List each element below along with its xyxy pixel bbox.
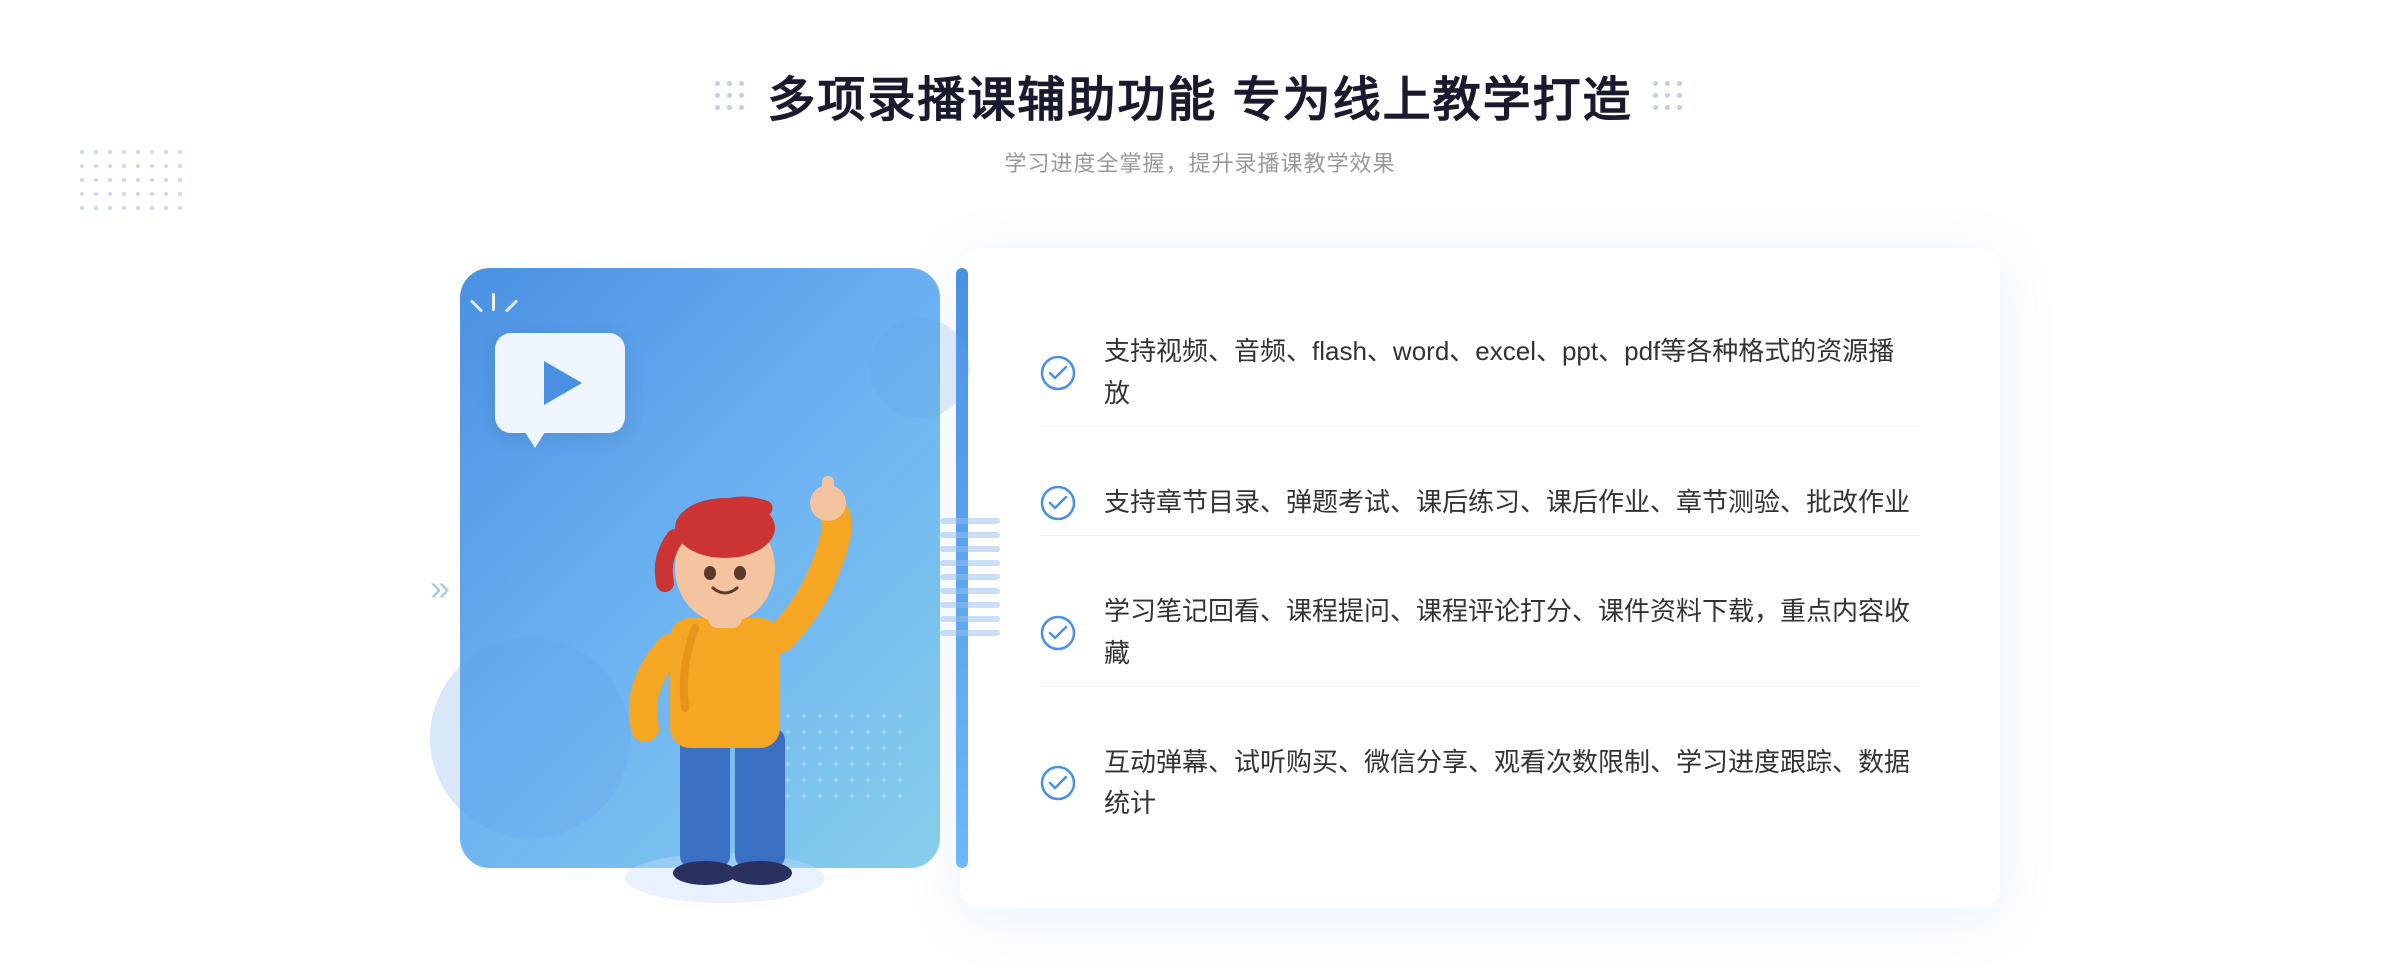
check-icon-2 [1040,485,1076,521]
deco-circle-small [870,318,970,418]
striped-decoration [940,518,1000,638]
check-icon-1 [1040,355,1076,391]
feature-text-3: 学习笔记回看、课程提问、课程评论打分、课件资料下载，重点内容收藏 [1104,591,1920,674]
feature-text-1: 支持视频、音频、flash、word、excel、ppt、pdf等各种格式的资源… [1104,331,1920,414]
header-dots-left [715,81,747,110]
check-icon-3 [1040,615,1076,651]
illustration-area [400,238,980,918]
feature-item-1: 支持视频、音频、flash、word、excel、ppt、pdf等各种格式的资源… [1040,319,1920,427]
feature-item-4: 互动弹幕、试听购买、微信分享、观看次数限制、学习进度跟踪、数据统计 [1040,730,1920,837]
character-figure [550,418,900,918]
check-icon-4 [1040,765,1076,801]
header-title-wrapper: 多项录播课辅助功能 专为线上教学打造 [715,60,1684,130]
feature-item-2: 支持章节目录、弹题考试、课后练习、课后作业、章节测验、批改作业 [1040,470,1920,537]
feature-text-4: 互动弹幕、试听购买、微信分享、观看次数限制、学习进度跟踪、数据统计 [1104,742,1920,825]
sub-title: 学习进度全掌握，提升录播课教学效果 [1004,146,1395,178]
bg-dots-top-left [80,150,188,286]
features-area: 支持视频、音频、flash、word、excel、ppt、pdf等各种格式的资源… [960,248,2000,908]
header-dots-right [1653,81,1685,110]
feature-item-3: 学习笔记回看、课程提问、课程评论打分、课件资料下载，重点内容收藏 [1040,579,1920,687]
page-container: 多项录播课辅助功能 专为线上教学打造 学习进度全掌握，提升录播课教学效果 » [0,0,2400,974]
main-title: 多项录播课辅助功能 专为线上教学打造 [767,60,1632,130]
content-area: » [400,228,2000,948]
feature-text-2: 支持章节目录、弹题考试、课后练习、课后作业、章节测验、批改作业 [1104,482,1910,524]
light-rays [470,293,530,353]
play-icon [544,361,582,405]
header-section: 多项录播课辅助功能 专为线上教学打造 学习进度全掌握，提升录播课教学效果 [715,60,1684,178]
